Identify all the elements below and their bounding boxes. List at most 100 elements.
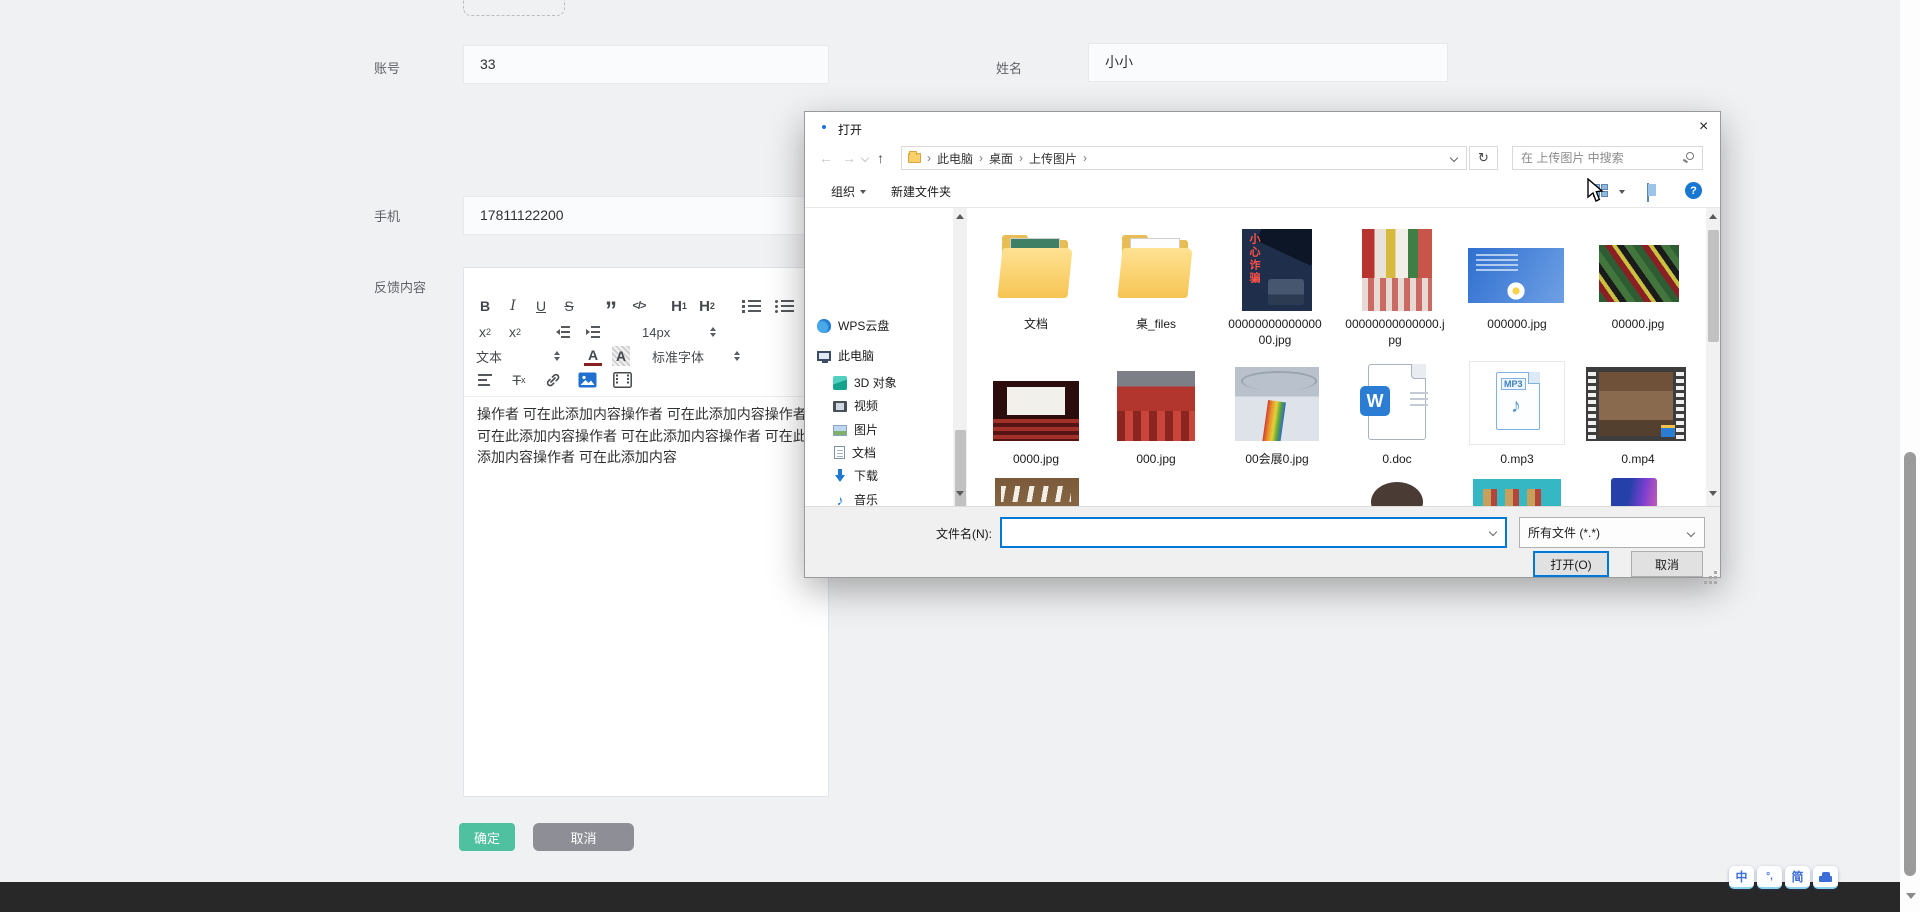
outdent-icon[interactable] xyxy=(554,322,572,342)
file-thumb-batteries-image[interactable] xyxy=(1599,245,1679,302)
file-thumb-partial-3[interactable] xyxy=(1473,479,1561,506)
ime-simplified-button[interactable]: 简 xyxy=(1785,866,1810,889)
up-icon[interactable]: ↑ xyxy=(877,150,884,166)
font-family-picker-arrows[interactable] xyxy=(734,351,740,361)
preview-pane-icon[interactable] xyxy=(1647,183,1649,202)
ime-skin-button[interactable] xyxy=(1813,866,1838,889)
page-scrollbar-thumb[interactable] xyxy=(1904,452,1916,876)
clear-format-icon[interactable]: Tx xyxy=(510,370,528,390)
file-thumb-partial-4[interactable] xyxy=(1593,474,1681,506)
insert-video-icon[interactable] xyxy=(613,370,632,390)
indent-icon[interactable] xyxy=(584,322,602,342)
bullet-list-icon[interactable] xyxy=(775,296,794,316)
filetype-select[interactable]: 所有文件 (*.*) xyxy=(1519,517,1705,548)
sidebar-scrollbar[interactable] xyxy=(953,208,967,506)
font-family-picker[interactable]: 标准字体 xyxy=(652,346,704,366)
sidebar-item-this-pc[interactable]: 此电脑 xyxy=(817,344,947,367)
open-button[interactable]: 打开(O) xyxy=(1533,551,1609,577)
file-thumb-expo-image[interactable] xyxy=(1235,367,1319,441)
underline-icon[interactable]: U xyxy=(532,296,550,316)
address-bar[interactable]: › 此电脑 › 桌面 › 上传图片 › xyxy=(901,146,1467,170)
file-name[interactable]: 0.doc xyxy=(1345,451,1449,467)
file-name[interactable]: 文档 xyxy=(984,316,1088,332)
upload-placeholder-box[interactable] xyxy=(463,0,565,16)
ime-punctuation-button[interactable]: °, xyxy=(1757,866,1782,889)
phone-input[interactable]: 17811122200 xyxy=(463,196,829,235)
account-input[interactable]: 33 xyxy=(463,45,829,84)
file-thumb-mp4[interactable] xyxy=(1586,367,1686,441)
file-thumb-mp3[interactable]: MP3♪ xyxy=(1469,361,1565,445)
sidebar-item-wps-cloud[interactable]: WPS云盘 xyxy=(817,314,947,337)
blockquote-icon[interactable]: ” xyxy=(602,296,620,316)
file-name[interactable]: 0.mp4 xyxy=(1586,451,1690,467)
subscript-icon[interactable]: x2 xyxy=(476,322,494,342)
align-icon[interactable] xyxy=(476,370,494,390)
font-size-picker[interactable]: 14px xyxy=(642,322,670,342)
dialog-titlebar[interactable]: 打开 × xyxy=(805,112,1720,142)
sidebar-item-downloads[interactable]: 下载 xyxy=(833,464,951,487)
font-size-picker-arrows[interactable] xyxy=(710,327,716,337)
file-thumb-partial-1[interactable] xyxy=(995,478,1079,506)
name-input[interactable]: 小小 xyxy=(1088,43,1448,82)
file-name[interactable]: 000.jpg xyxy=(1104,451,1208,467)
ime-chinese-button[interactable]: 中 xyxy=(1729,866,1754,889)
background-color-icon[interactable]: A xyxy=(612,346,630,366)
view-mode-caret-icon[interactable] xyxy=(1619,190,1625,194)
file-thumb-folder-files[interactable] xyxy=(1118,236,1194,300)
breadcrumb-upload-folder[interactable]: 上传图片 xyxy=(1029,150,1077,167)
recent-locations-icon[interactable] xyxy=(861,154,869,162)
organize-button[interactable]: 组织 xyxy=(831,183,866,200)
scroll-down-icon[interactable] xyxy=(956,491,964,496)
italic-icon[interactable]: I xyxy=(504,296,522,316)
header-2-icon[interactable]: H2 xyxy=(698,296,716,316)
sidebar-item-music[interactable]: ♪音乐 xyxy=(833,488,951,506)
ordered-list-icon[interactable] xyxy=(742,296,761,316)
breadcrumb-desktop[interactable]: 桌面 xyxy=(989,150,1013,167)
filename-input[interactable] xyxy=(1002,519,1505,546)
file-name[interactable]: 0000000000000000.jpg xyxy=(1225,316,1325,348)
link-icon[interactable] xyxy=(544,370,562,390)
file-name[interactable]: 桌_files xyxy=(1104,316,1208,332)
feedback-editor[interactable]: B I U S ” </> H1 H2 x2 x2 14px 文本 A A 标准… xyxy=(463,267,829,797)
text-style-picker-arrows[interactable] xyxy=(554,351,560,361)
file-name[interactable]: 000000.jpg xyxy=(1465,316,1569,332)
filename-input-wrap[interactable] xyxy=(1000,517,1507,548)
search-input[interactable] xyxy=(1513,147,1702,169)
header-1-icon[interactable]: H1 xyxy=(670,296,688,316)
file-name[interactable]: 0000.jpg xyxy=(984,451,1088,467)
refresh-button[interactable]: ↻ xyxy=(1469,146,1498,170)
file-thumb-folder-docs[interactable] xyxy=(998,236,1074,300)
code-block-icon[interactable]: </> xyxy=(630,296,648,316)
file-thumb-bottles-image[interactable] xyxy=(1362,229,1432,311)
confirm-button[interactable]: 确定 xyxy=(459,823,515,851)
breadcrumb-this-pc[interactable]: 此电脑 xyxy=(937,150,973,167)
address-dropdown-icon[interactable] xyxy=(1450,154,1458,162)
page-scrollbar-down-icon[interactable] xyxy=(1906,893,1916,899)
file-name[interactable]: 0.mp3 xyxy=(1465,451,1569,467)
file-thumb-word-doc[interactable]: W xyxy=(1358,364,1436,442)
text-color-icon[interactable]: A xyxy=(584,346,602,366)
file-thumb-scam-image[interactable]: 小心诈骗 xyxy=(1242,229,1312,311)
sidebar-item-videos[interactable]: 视频 xyxy=(833,394,951,417)
sidebar-item-3d-objects[interactable]: 3D 对象 xyxy=(833,371,951,394)
close-icon[interactable]: × xyxy=(1699,119,1708,135)
file-name[interactable]: 00000.jpg xyxy=(1586,316,1690,332)
sidebar-item-pictures[interactable]: 图片 xyxy=(833,418,951,441)
scroll-up-icon[interactable] xyxy=(956,214,964,219)
bold-icon[interactable]: B xyxy=(476,296,494,316)
file-name[interactable]: 00000000000000.jpg xyxy=(1345,316,1445,348)
file-thumb-daisy-image[interactable] xyxy=(1468,248,1564,303)
superscript-icon[interactable]: x2 xyxy=(506,322,524,342)
file-name[interactable]: 00会展0.jpg xyxy=(1225,451,1329,467)
dialog-cancel-button[interactable]: 取消 xyxy=(1631,551,1703,577)
file-thumb-cinema-image[interactable] xyxy=(993,381,1079,441)
file-list-scrollbar[interactable] xyxy=(1706,208,1720,506)
feedback-content[interactable]: 操作者 可在此添加内容操作者 可在此添加内容操作者 可在此添加内容操作者 可在此… xyxy=(477,404,817,469)
file-thumb-team-image[interactable] xyxy=(1117,371,1195,441)
scroll-down-icon[interactable] xyxy=(1709,491,1717,496)
forward-icon[interactable]: → xyxy=(842,150,856,166)
resize-grip[interactable] xyxy=(1714,571,1717,574)
scroll-up-icon[interactable] xyxy=(1709,214,1717,219)
insert-image-icon[interactable] xyxy=(578,370,597,390)
text-style-picker[interactable]: 文本 xyxy=(476,346,502,366)
